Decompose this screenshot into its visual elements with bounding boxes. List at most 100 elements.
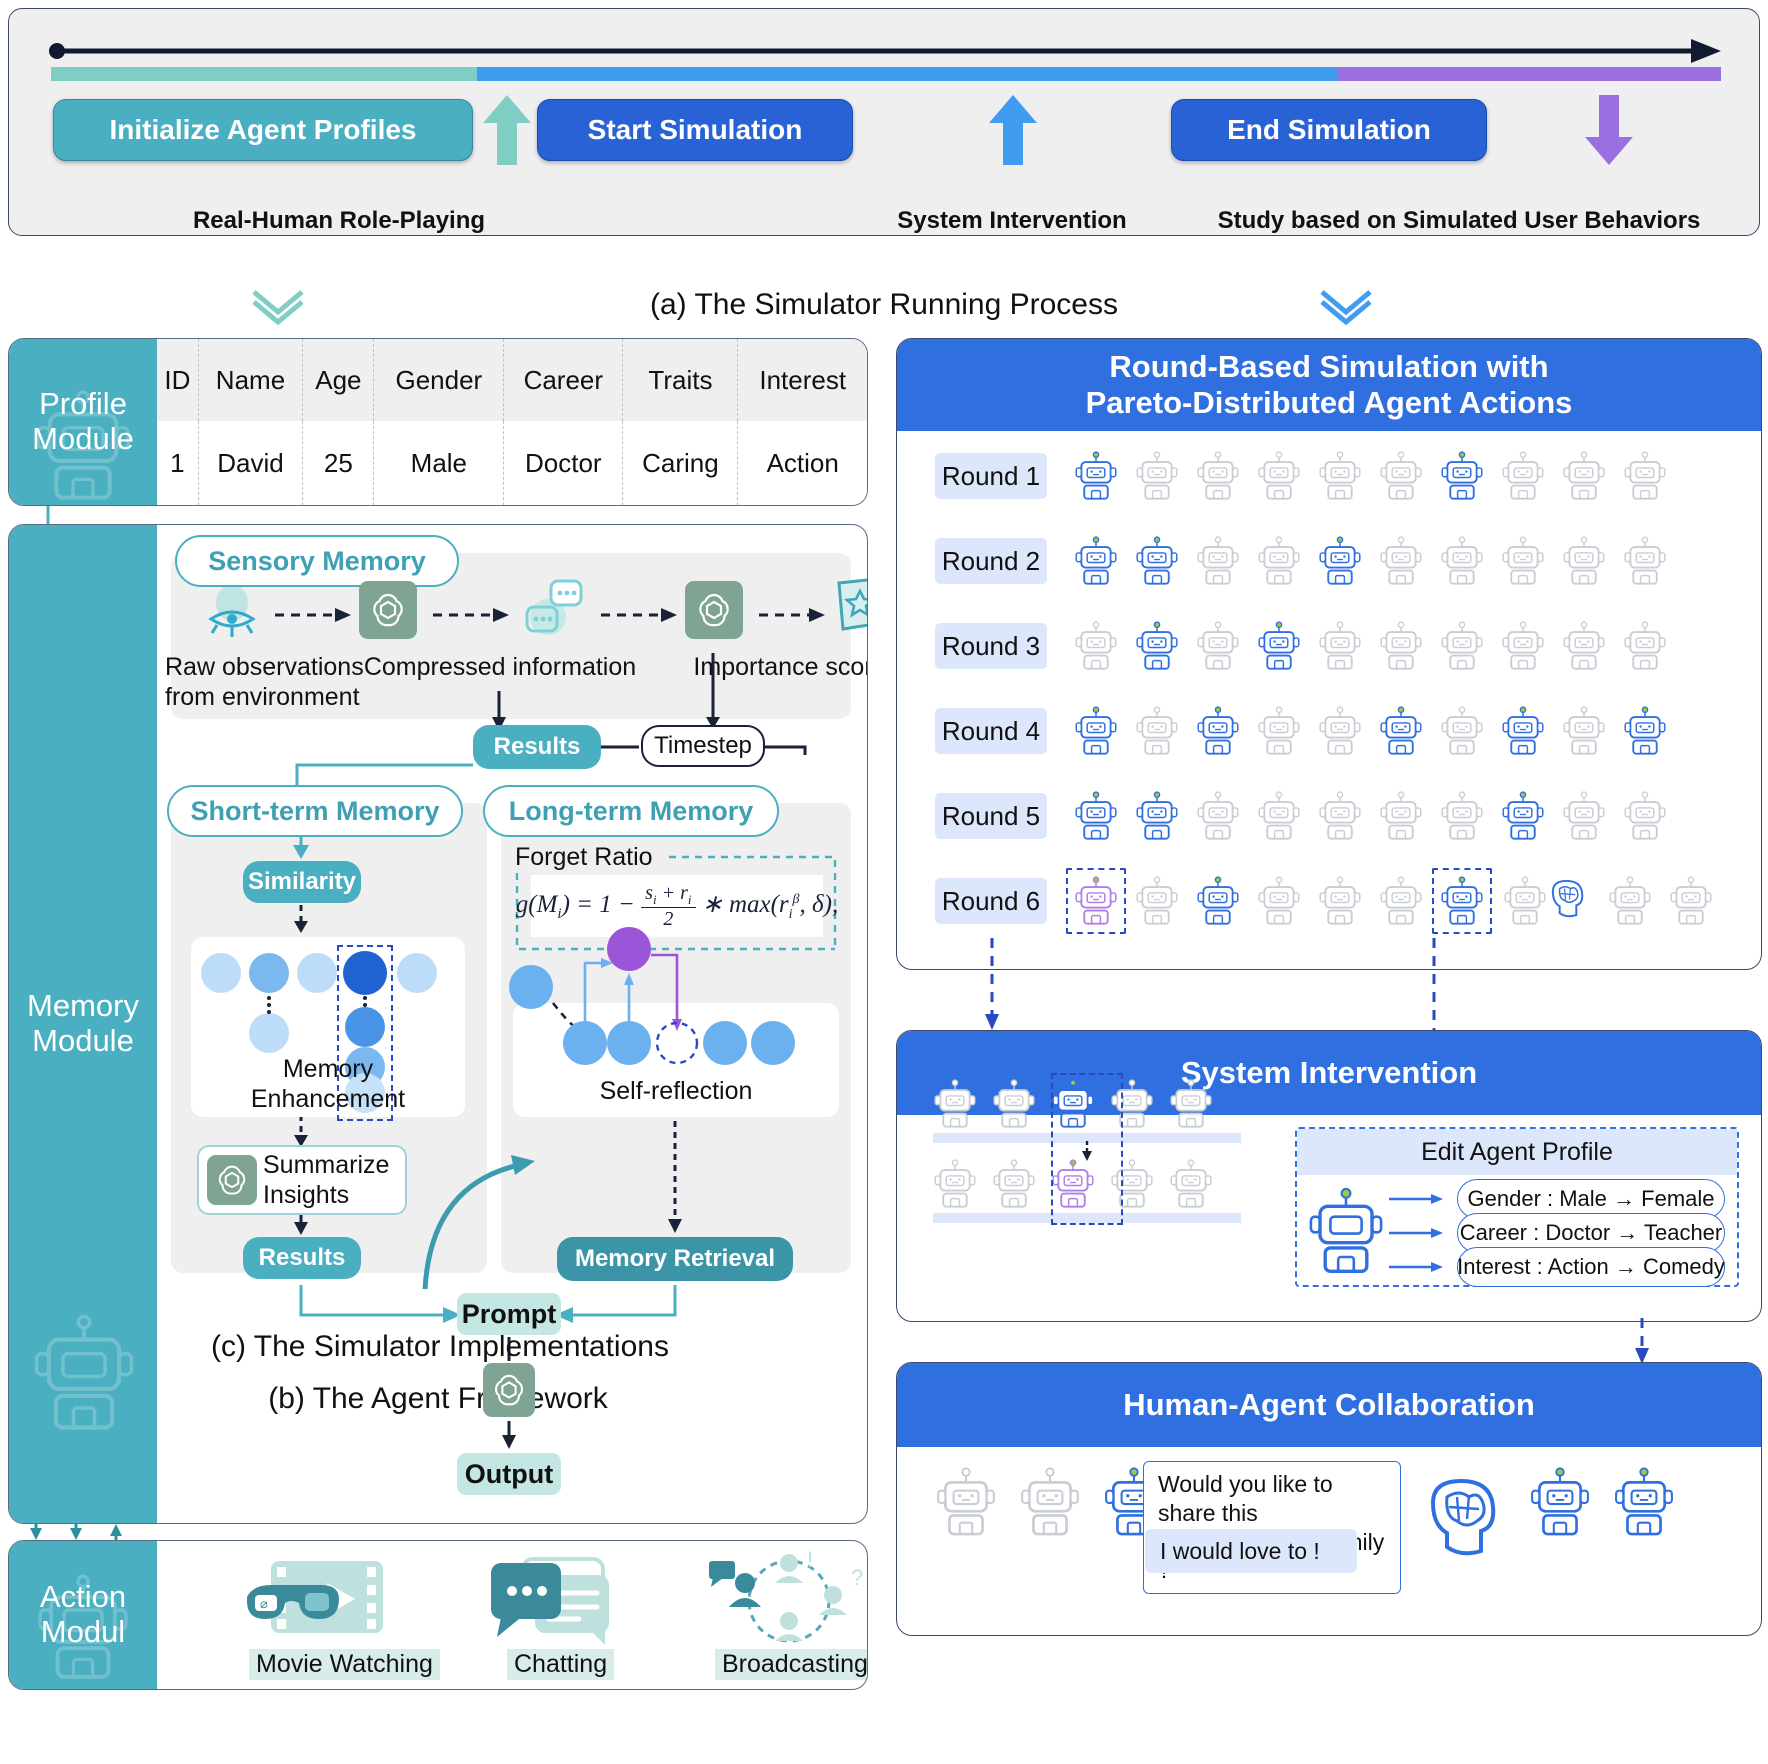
agent-slot[interactable] <box>1066 868 1126 934</box>
agent-slot[interactable] <box>1134 451 1180 501</box>
agent-slot[interactable] <box>1500 876 1592 926</box>
agent-slot[interactable] <box>1439 621 1485 671</box>
timeline-arrow-icon <box>49 39 1721 63</box>
agent-slot[interactable] <box>1169 1079 1213 1129</box>
agent-slot[interactable] <box>1073 451 1119 501</box>
agent-slot[interactable] <box>1439 791 1485 841</box>
round-agents <box>1066 868 1714 934</box>
agent-slot[interactable] <box>1256 451 1302 501</box>
phase-segment-bar <box>51 67 1721 81</box>
agent-slot[interactable] <box>1134 706 1180 756</box>
cell-age: 25 <box>302 421 375 505</box>
agent-slot[interactable] <box>1607 876 1653 926</box>
agent-slot[interactable] <box>1561 451 1607 501</box>
table-header-row: ID Name Age Gender Career Traits Interes… <box>157 339 867 421</box>
start-simulation-button[interactable]: Start Simulation <box>537 99 853 161</box>
robot-icon <box>34 1314 134 1430</box>
agent-slot[interactable] <box>1561 621 1607 671</box>
agent-slot[interactable] <box>1256 536 1302 586</box>
robot-icon <box>1319 621 1361 670</box>
agent-framework-panel: Profile Module ID Name Age Gender Career… <box>0 338 876 1708</box>
robot-icon <box>1609 876 1651 925</box>
agent-slot[interactable] <box>1439 451 1485 501</box>
robot-icon <box>937 1467 995 1536</box>
robot-icon <box>1075 791 1117 840</box>
agent-slot[interactable] <box>1378 621 1424 671</box>
dashed-arrow-icon <box>759 608 825 622</box>
edit-row-interest[interactable]: Interest : Action → Comedy <box>1457 1247 1725 1287</box>
robot-icon <box>1075 706 1117 755</box>
agent-slot[interactable] <box>1500 536 1546 586</box>
agent-slot[interactable] <box>1378 706 1424 756</box>
agent-slot[interactable] <box>1622 621 1668 671</box>
agent-slot[interactable] <box>1256 706 1302 756</box>
agent-slot[interactable] <box>1317 706 1363 756</box>
results-chip-short-term: Results <box>243 1237 361 1279</box>
agent-slot[interactable] <box>1439 706 1485 756</box>
agent-slot[interactable] <box>1317 536 1363 586</box>
agent-slot[interactable] <box>1378 791 1424 841</box>
agent-slot[interactable] <box>1622 791 1668 841</box>
agent-slot[interactable] <box>1561 706 1607 756</box>
agent-slot[interactable] <box>992 1159 1036 1209</box>
agent-slot[interactable] <box>1256 876 1302 926</box>
robot-icon <box>1197 451 1239 500</box>
agent-slot[interactable] <box>1073 536 1119 586</box>
agent-slot[interactable] <box>1500 791 1546 841</box>
selected-agent-box <box>1051 1073 1123 1225</box>
agent-slot[interactable] <box>1134 621 1180 671</box>
agent-slot[interactable] <box>1622 706 1668 756</box>
agent-slot[interactable] <box>935 1467 997 1537</box>
agent-slot[interactable] <box>1317 451 1363 501</box>
agent-slot[interactable] <box>1439 536 1485 586</box>
agent-slot[interactable] <box>1317 621 1363 671</box>
agent-slot[interactable] <box>933 1159 977 1209</box>
note-score-icon <box>837 578 867 631</box>
agent-slot[interactable] <box>1256 791 1302 841</box>
agent-slot[interactable] <box>1134 536 1180 586</box>
agent-slot[interactable] <box>1317 791 1363 841</box>
agent-slot[interactable] <box>1378 876 1424 926</box>
agent-slot[interactable] <box>1169 1159 1213 1209</box>
simulator-implementations-panel: Round-Based Simulation with Pareto-Distr… <box>888 338 1768 1708</box>
action-module-card: Action Modul ⌀ Movie Watching Chatting !… <box>8 1540 868 1690</box>
agent-slot[interactable] <box>1195 876 1241 926</box>
agent-slot[interactable] <box>1378 451 1424 501</box>
agent-slot[interactable] <box>1256 621 1302 671</box>
agent-slot[interactable] <box>1195 451 1241 501</box>
agent-slot[interactable] <box>1622 536 1668 586</box>
summarize-line1: Summarize <box>263 1151 390 1179</box>
robot-icon <box>1441 791 1483 840</box>
column-header-id: ID <box>157 339 199 421</box>
agent-slot[interactable] <box>1432 868 1492 934</box>
agent-slot[interactable] <box>1195 536 1241 586</box>
raw-observations-line2: from environment <box>165 682 360 711</box>
agent-slot[interactable] <box>1500 451 1546 501</box>
agent-slot[interactable] <box>1195 706 1241 756</box>
column-header-gender: Gender <box>373 339 505 421</box>
agent-slot[interactable] <box>1500 706 1546 756</box>
agent-slot[interactable] <box>1317 876 1363 926</box>
agent-slot[interactable] <box>1378 536 1424 586</box>
agent-slot[interactable] <box>992 1079 1036 1129</box>
agent-slot[interactable] <box>1195 621 1241 671</box>
agent-slot[interactable] <box>1134 791 1180 841</box>
agent-slot[interactable] <box>1668 876 1714 926</box>
agent-slot[interactable] <box>1613 1467 1675 1537</box>
end-simulation-button[interactable]: End Simulation <box>1171 99 1487 161</box>
agent-slot[interactable] <box>1500 621 1546 671</box>
memory-enhancement-line1: Memory <box>282 1055 374 1083</box>
agent-slot[interactable] <box>1195 791 1241 841</box>
agent-slot[interactable] <box>933 1079 977 1129</box>
agent-slot[interactable] <box>1622 451 1668 501</box>
agent-slot[interactable] <box>1019 1467 1081 1537</box>
agent-slot[interactable] <box>1561 791 1607 841</box>
robot-icon <box>1563 791 1605 840</box>
agent-slot[interactable] <box>1529 1467 1591 1537</box>
agent-slot[interactable] <box>1073 791 1119 841</box>
agent-slot[interactable] <box>1073 621 1119 671</box>
agent-slot[interactable] <box>1561 536 1607 586</box>
agent-slot[interactable] <box>1134 876 1180 926</box>
initialize-agent-profiles-button[interactable]: Initialize Agent Profiles <box>53 99 473 161</box>
agent-slot[interactable] <box>1073 706 1119 756</box>
